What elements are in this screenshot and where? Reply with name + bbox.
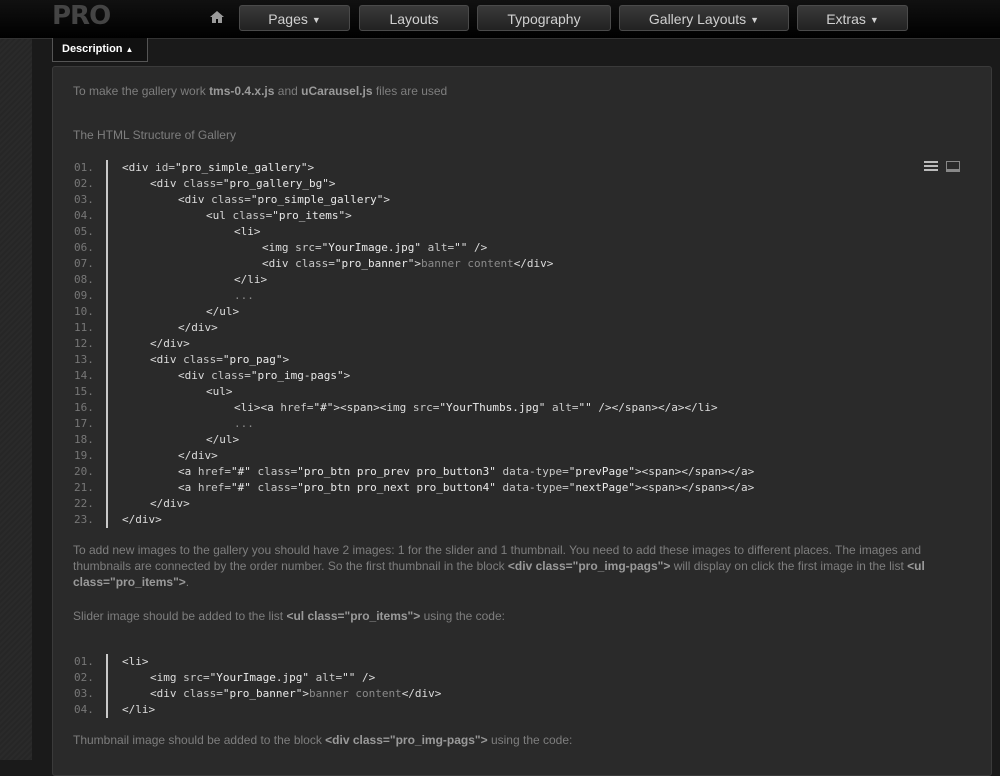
- slider-image-text: Slider image should be added to the list: [73, 609, 287, 623]
- code-text: </ul>: [206, 433, 240, 446]
- line-number: 13.: [74, 353, 94, 366]
- code-text: <div class="pro_gallery_bg">: [150, 177, 336, 190]
- slider-image-text-end: using the code:: [420, 609, 505, 623]
- code-text: <img src="YourImage.jpg" alt="" />: [262, 241, 488, 254]
- line-number: 07.: [74, 257, 94, 270]
- nav-pages-label: Pages: [268, 11, 308, 27]
- code-text: <li>: [122, 655, 149, 668]
- code-text: </div>: [178, 321, 218, 334]
- line-number: 22.: [74, 497, 94, 510]
- nav-gallery-layouts[interactable]: Gallery Layouts ▼: [619, 5, 789, 31]
- code-text: </div>: [150, 497, 190, 510]
- line-number: 17.: [74, 417, 94, 430]
- thumbnail-image-text: Thumbnail image should be added to the b…: [73, 733, 326, 747]
- caret-up-icon: ▲: [125, 45, 134, 54]
- nav-layouts[interactable]: Layouts: [359, 5, 469, 31]
- line-number: 04.: [74, 703, 94, 716]
- chevron-down-icon: ▼: [869, 15, 879, 26]
- line-number: 12.: [74, 337, 94, 350]
- nav-pages[interactable]: Pages ▼: [239, 5, 350, 31]
- code-inline-img-pags: <div class="pro_img-pags">: [325, 733, 488, 747]
- code-text: <div class="pro_simple_gallery">: [178, 193, 390, 206]
- code-text: </ul>: [206, 305, 240, 318]
- logo[interactable]: PRO: [52, 0, 111, 32]
- code-text: <div class="pro_img-pags">: [178, 369, 351, 382]
- add-images-text-cont: will display on click the first image in…: [670, 559, 908, 573]
- nav-typography-label: Typography: [507, 11, 581, 27]
- code-text: <div class="pro_pag">: [150, 353, 290, 366]
- code-text: <a href="#" class="pro_btn pro_next pro_…: [178, 481, 755, 494]
- line-number: 08.: [74, 273, 94, 286]
- line-number: 15.: [74, 385, 94, 398]
- line-number: 03.: [74, 193, 94, 206]
- line-number: 01.: [74, 161, 94, 174]
- line-number: 18.: [74, 433, 94, 446]
- line-number: 19.: [74, 449, 94, 462]
- intro-text-and: and: [274, 84, 302, 98]
- line-number: 02.: [74, 177, 94, 190]
- intro-paragraph: To make the gallery work tms-0.4.x.js an…: [73, 83, 447, 99]
- line-number: 14.: [74, 369, 94, 382]
- code-text: <a href="#" class="pro_btn pro_prev pro_…: [178, 465, 755, 478]
- tab-description[interactable]: Description ▲: [52, 38, 148, 62]
- code-text: </div>: [150, 337, 190, 350]
- line-number: 04.: [74, 209, 94, 222]
- nav-extras[interactable]: Extras ▼: [797, 5, 908, 31]
- copy-icon[interactable]: [945, 158, 961, 174]
- tab-description-label: Description: [62, 43, 123, 55]
- add-images-text-end: .: [185, 575, 190, 589]
- code-text: ...: [234, 289, 254, 302]
- code-text: ...: [234, 417, 254, 430]
- code-toolbar: [923, 158, 963, 174]
- code-inline-pro-items: <ul class="pro_items">: [286, 609, 421, 623]
- line-number: 05.: [74, 225, 94, 238]
- code-text: </div>: [178, 449, 218, 462]
- code-text: <div class="pro_banner">banner content</…: [262, 257, 554, 270]
- code-text: <ul class="pro_items">: [206, 209, 352, 222]
- code-text: <img src="YourImage.jpg" alt="" />: [150, 671, 376, 684]
- code-text: <div class="pro_banner">banner content</…: [150, 687, 442, 700]
- left-background-strip: [0, 38, 32, 760]
- chevron-down-icon: ▼: [750, 15, 760, 26]
- code-text: <div id="pro_simple_gallery">: [122, 161, 315, 174]
- code-text: </li>: [122, 703, 156, 716]
- code-text: <li><a href="#"><span><img src="YourThum…: [234, 401, 718, 414]
- line-number: 11.: [74, 321, 94, 334]
- section-heading-html-structure: The HTML Structure of Gallery: [73, 128, 236, 142]
- line-number: 23.: [74, 513, 94, 526]
- view-source-icon[interactable]: [923, 158, 939, 174]
- chevron-down-icon: ▼: [311, 15, 321, 26]
- top-navigation-bar: PRO Pages ▼ Layouts Typography Gallery La…: [0, 0, 1000, 39]
- line-number: 02.: [74, 671, 94, 684]
- nav-extras-label: Extras: [826, 11, 866, 27]
- code-text: </div>: [122, 513, 162, 526]
- intro-text-end: files are used: [372, 84, 448, 98]
- slider-image-paragraph: Slider image should be added to the list…: [73, 608, 505, 624]
- line-number: 10.: [74, 305, 94, 318]
- line-number: 21.: [74, 481, 94, 494]
- nav-gallery-layouts-label: Gallery Layouts: [648, 11, 747, 27]
- add-images-paragraph: To add new images to the gallery you sho…: [73, 542, 973, 590]
- line-number: 03.: [74, 687, 94, 700]
- thumbnail-image-paragraph: Thumbnail image should be added to the b…: [73, 732, 572, 748]
- code-text: </li>: [234, 273, 268, 286]
- line-number: 16.: [74, 401, 94, 414]
- line-number: 09.: [74, 289, 94, 302]
- code-text: <ul>: [206, 385, 233, 398]
- nav-layouts-label: Layouts: [389, 11, 439, 27]
- line-number: 06.: [74, 241, 94, 254]
- file-name-ucarausel: uCarausel.js: [301, 84, 373, 98]
- line-number: 20.: [74, 465, 94, 478]
- line-number: 01.: [74, 655, 94, 668]
- file-name-tms: tms-0.4.x.js: [209, 84, 275, 98]
- thumbnail-image-text-end: using the code:: [487, 733, 573, 747]
- home-icon[interactable]: [209, 9, 225, 25]
- nav-typography[interactable]: Typography: [477, 5, 611, 31]
- intro-text: To make the gallery work: [73, 84, 210, 98]
- code-text: <li>: [234, 225, 261, 238]
- code-inline-img-pags: <div class="pro_img-pags">: [507, 559, 671, 573]
